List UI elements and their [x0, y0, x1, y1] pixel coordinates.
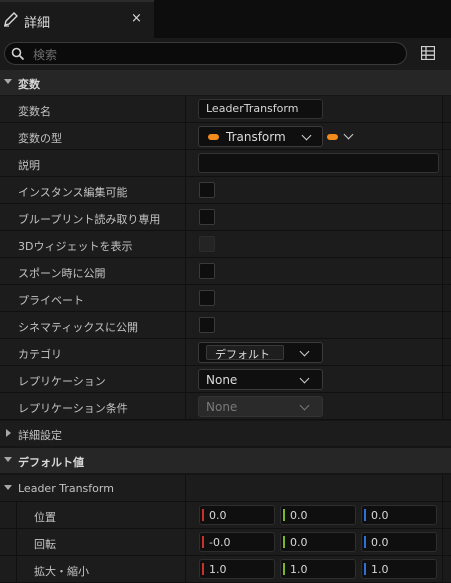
prop-variable-name: 変数名 LeaderTransform [0, 96, 451, 123]
pencil-icon [4, 12, 18, 27]
rotation-z-field[interactable]: 0.0 [361, 532, 437, 552]
container-type-dropdown[interactable] [326, 128, 358, 145]
rotation-x-field[interactable]: -0.0 [199, 532, 275, 552]
search-input[interactable] [31, 45, 395, 64]
section-label: 詳細設定 [18, 429, 62, 442]
rotation-y-field[interactable]: 0.0 [280, 532, 356, 552]
prop-label: 回転 [34, 538, 56, 551]
instance-editable-checkbox[interactable] [199, 182, 215, 198]
category-combo[interactable]: デフォルト [198, 342, 323, 363]
prop-private: プライベート [0, 285, 451, 312]
prop-label: 説明 [18, 159, 40, 172]
grid-icon[interactable] [421, 46, 435, 60]
prop-description: 説明 [0, 150, 451, 177]
struct-label: Leader Transform [18, 482, 114, 495]
location-z-field[interactable]: 0.0 [361, 505, 437, 525]
chevron-down-icon [301, 130, 312, 141]
search-box[interactable] [4, 42, 407, 65]
prop-label: カテゴリ [18, 348, 62, 361]
expand-arrow-icon [4, 79, 12, 84]
prop-rotation: 回転 -0.0 0.0 0.0 [0, 529, 451, 556]
tab-bar: 詳細 × [0, 0, 451, 38]
single-pill-icon [327, 134, 338, 140]
replication-dropdown[interactable]: None [198, 369, 323, 390]
prop-label: シネマティックスに公開 [18, 321, 139, 334]
search-icon [11, 47, 25, 61]
category-input[interactable]: デフォルト [206, 345, 284, 361]
chevron-down-icon [343, 129, 354, 140]
section-label: 変数 [18, 78, 40, 91]
prop-expose-on-spawn: スポーン時に公開 [0, 258, 451, 285]
variable-type-value: Transform [226, 130, 286, 144]
prop-variable-type: 変数の型 Transform [0, 123, 451, 150]
description-field[interactable] [198, 153, 439, 173]
section-advanced[interactable]: 詳細設定 [0, 421, 451, 446]
prop-location: 位置 0.0 0.0 0.0 [0, 502, 451, 529]
prop-replication: レプリケーション None [0, 366, 451, 393]
prop-label: プライベート [18, 294, 84, 307]
tab-details[interactable]: 詳細 × [0, 0, 154, 38]
prop-replication-condition: レプリケーション条件 None [0, 393, 451, 420]
location-x-field[interactable]: 0.0 [199, 505, 275, 525]
location-y-field[interactable]: 0.0 [280, 505, 356, 525]
type-pill-icon [208, 134, 219, 140]
show-3d-widget-checkbox [199, 236, 215, 252]
private-checkbox[interactable] [199, 290, 215, 306]
prop-blueprint-readonly: ブループリント読み取り専用 [0, 204, 451, 231]
prop-label: レプリケーション [18, 375, 106, 388]
expose-cinematics-checkbox[interactable] [199, 317, 215, 333]
struct-leader-transform[interactable]: Leader Transform [0, 475, 451, 502]
search-row [0, 38, 451, 70]
prop-label: 位置 [34, 511, 56, 524]
prop-category: カテゴリ デフォルト [0, 339, 451, 366]
prop-instance-editable: インスタンス編集可能 [0, 177, 451, 204]
prop-label: スポーン時に公開 [18, 267, 106, 280]
prop-scale: 拡大・縮小 1.0 1.0 1.0 [0, 556, 451, 583]
prop-label: 3Dウィジェットを表示 [18, 240, 133, 253]
expand-arrow-icon [4, 485, 12, 490]
scale-z-field[interactable]: 1.0 [361, 559, 437, 579]
prop-label: インスタンス編集可能 [18, 186, 128, 199]
chevron-down-icon [299, 346, 310, 357]
prop-label: 拡大・縮小 [34, 565, 89, 578]
prop-label: 変数の型 [18, 132, 62, 145]
variable-type-dropdown[interactable]: Transform [198, 126, 323, 147]
variable-name-field[interactable]: LeaderTransform [198, 99, 323, 119]
expose-on-spawn-checkbox[interactable] [199, 263, 215, 279]
close-icon[interactable]: × [131, 11, 142, 26]
tab-title: 詳細 [24, 16, 51, 31]
replication-value: None [206, 373, 238, 387]
replication-condition-value: None [206, 400, 238, 414]
replication-condition-dropdown: None [198, 396, 323, 417]
chevron-down-icon [299, 400, 310, 411]
scale-x-field[interactable]: 1.0 [199, 559, 275, 579]
prop-show-3d-widget: 3Dウィジェットを表示 [0, 231, 451, 258]
scale-y-field[interactable]: 1.0 [280, 559, 356, 579]
expand-arrow-icon [4, 457, 12, 462]
prop-label: 変数名 [18, 105, 51, 118]
section-label: デフォルト値 [18, 456, 84, 469]
prop-label: レプリケーション条件 [18, 402, 128, 415]
expand-arrow-icon [6, 429, 11, 437]
section-variable[interactable]: 変数 [0, 70, 451, 95]
prop-label: ブループリント読み取り専用 [18, 213, 161, 226]
chevron-down-icon [299, 373, 310, 384]
category-value: デフォルト [215, 348, 270, 361]
section-default-value[interactable]: デフォルト値 [0, 448, 451, 473]
prop-expose-cinematics: シネマティックスに公開 [0, 312, 451, 339]
blueprint-readonly-checkbox[interactable] [199, 209, 215, 225]
